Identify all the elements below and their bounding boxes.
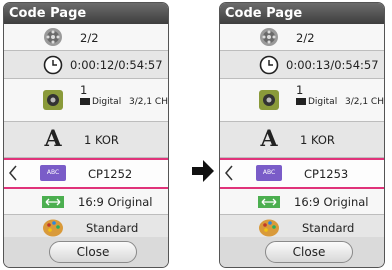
row-title-number[interactable]: 2/2: [4, 24, 168, 51]
font-a-icon: A: [260, 126, 278, 152]
row-audio[interactable]: 1 Digital 3/2,1 CH: [220, 79, 384, 122]
row-aspect[interactable]: 16:9 Original: [4, 189, 168, 215]
row-subtitle[interactable]: A 1 KOR: [4, 122, 168, 158]
audio-track-value: 1: [80, 83, 88, 97]
audio-format: Digital: [80, 97, 121, 107]
clock-icon: [43, 55, 63, 75]
audio-format: Digital: [296, 97, 337, 107]
info-panel-after: Code Page 2/2 0:00:13/0:54:57 1 Digital …: [219, 2, 385, 268]
close-button[interactable]: Close: [265, 241, 353, 263]
film-reel-icon: [44, 28, 62, 46]
palette-icon: [259, 219, 279, 237]
row-aspect[interactable]: 16:9 Original: [220, 189, 384, 215]
abc-code-icon: ABC: [40, 165, 66, 181]
subtitle-value: 1 KOR: [84, 133, 119, 147]
row-title-number[interactable]: 2/2: [220, 24, 384, 51]
row-time[interactable]: 0:00:13/0:54:57: [220, 51, 384, 79]
row-time[interactable]: 0:00:12/0:54:57: [4, 51, 168, 79]
clock-icon: [259, 55, 279, 75]
audio-codec: Digital: [308, 97, 338, 107]
code-page-value: CP1253: [304, 167, 349, 181]
row-code-page[interactable]: ABC CP1252: [4, 158, 168, 189]
audio-channels: 3/2,1 CH: [129, 97, 168, 107]
aspect-value: 16:9 Original: [294, 195, 369, 209]
dolby-icon: [80, 98, 90, 105]
row-subtitle[interactable]: A 1 KOR: [220, 122, 384, 158]
font-a-icon: A: [44, 126, 62, 152]
audio-channels: 3/2,1 CH: [345, 97, 384, 107]
aspect-value: 16:9 Original: [78, 195, 153, 209]
aspect-arrows-icon: [258, 196, 280, 208]
code-page-value: CP1252: [88, 167, 133, 181]
subtitle-value: 1 KOR: [300, 133, 335, 147]
film-reel-icon: [260, 28, 278, 46]
panel-title: Code Page: [4, 3, 168, 24]
audio-codec: Digital: [92, 97, 122, 107]
dolby-icon: [296, 98, 306, 105]
audio-track-value: 1: [296, 83, 304, 97]
row-audio[interactable]: 1 Digital 3/2,1 CH: [4, 79, 168, 122]
panel-title: Code Page: [220, 3, 384, 24]
abc-code-icon: ABC: [256, 165, 282, 181]
row-code-page[interactable]: ABC CP1253: [220, 158, 384, 189]
title-number-value: 2/2: [80, 31, 99, 45]
chevron-left-icon[interactable]: [224, 165, 233, 181]
picture-mode-value: Standard: [302, 221, 355, 235]
info-panel-before: Code Page 2/2 0:00:12/0:54:57 1 Digital …: [3, 2, 169, 268]
chevron-left-icon[interactable]: [8, 165, 17, 181]
picture-mode-value: Standard: [86, 221, 139, 235]
time-value: 0:00:12/0:54:57: [70, 58, 163, 72]
time-value: 0:00:13/0:54:57: [286, 58, 379, 72]
right-arrow-icon: [192, 160, 214, 182]
speaker-icon: [43, 90, 63, 110]
aspect-arrows-icon: [42, 196, 64, 208]
close-button[interactable]: Close: [49, 241, 137, 263]
speaker-icon: [259, 90, 279, 110]
title-number-value: 2/2: [296, 31, 315, 45]
palette-icon: [43, 219, 63, 237]
